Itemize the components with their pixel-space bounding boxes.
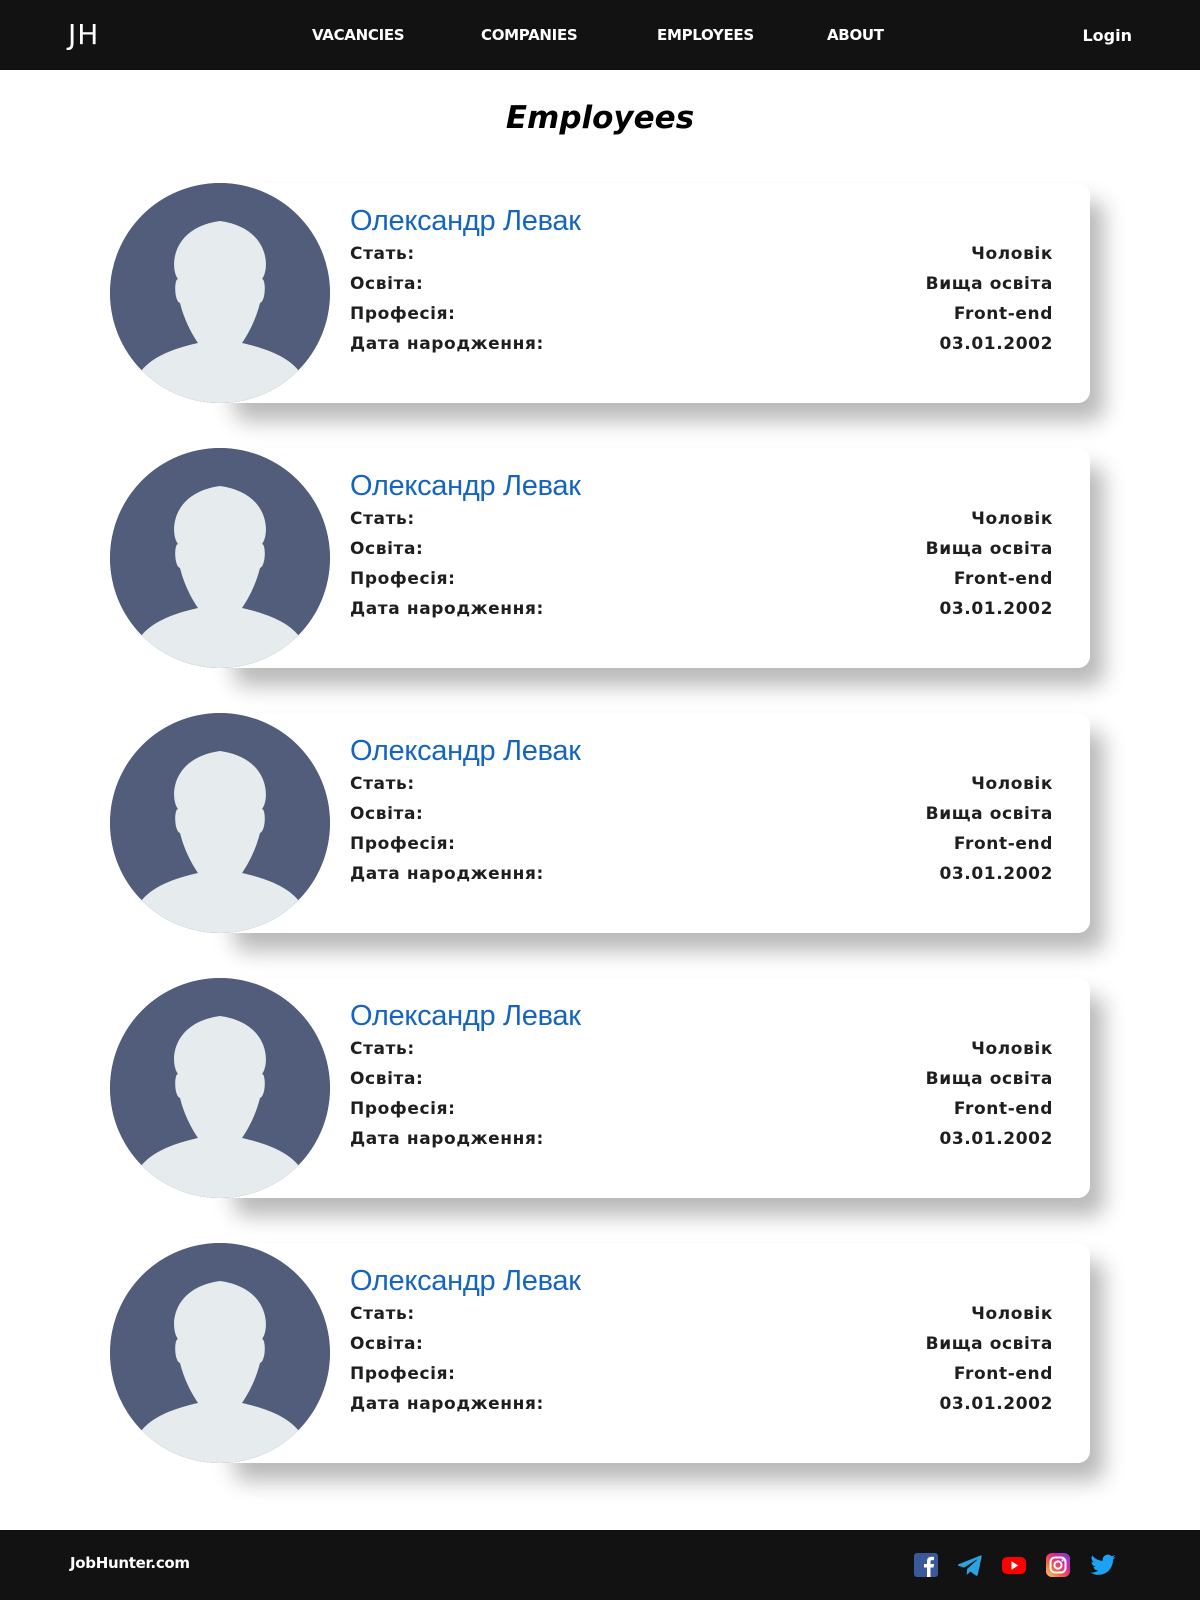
- gender-label: Стать:: [350, 244, 415, 264]
- profession-value: Front-end: [953, 834, 1053, 854]
- gender-value: Чоловік: [971, 1039, 1053, 1059]
- avatar: [110, 1243, 330, 1463]
- employee-gender-row: Стать: Чоловік: [350, 1039, 1053, 1065]
- birthdate-value: 03.01.2002: [939, 864, 1053, 884]
- employee-birthdate-row: Дата народження: 03.01.2002: [350, 599, 1053, 625]
- gender-value: Чоловік: [971, 509, 1053, 529]
- login-link[interactable]: Login: [1082, 26, 1132, 45]
- employee-card[interactable]: Олександр Левак Стать: Чоловік Освіта: Вища …: [110, 183, 1090, 403]
- avatar: [110, 713, 330, 933]
- gender-value: Чоловік: [971, 1304, 1053, 1324]
- user-silhouette-icon: [110, 183, 330, 403]
- user-silhouette-icon: [110, 1243, 330, 1463]
- employee-gender-row: Стать: Чоловік: [350, 244, 1053, 270]
- avatar: [110, 448, 330, 668]
- employee-profession-row: Професія: Front-end: [350, 1099, 1053, 1125]
- employee-profession-row: Професія: Front-end: [350, 304, 1053, 330]
- gender-label: Стать:: [350, 509, 415, 529]
- birthdate-label: Дата народження:: [350, 1394, 544, 1414]
- twitter-icon[interactable]: [1090, 1552, 1116, 1578]
- employee-birthdate-row: Дата народження: 03.01.2002: [350, 1394, 1053, 1420]
- employee-card[interactable]: Олександр Левак Стать: Чоловік Освіта: Вища …: [110, 978, 1090, 1198]
- employee-birthdate-row: Дата народження: 03.01.2002: [350, 1129, 1053, 1155]
- employee-name[interactable]: Олександр Левак: [350, 470, 581, 503]
- employee-name[interactable]: Олександр Левак: [350, 205, 581, 238]
- employee-profession-row: Професія: Front-end: [350, 569, 1053, 595]
- birthdate-label: Дата народження:: [350, 599, 544, 619]
- top-navbar: JH VACANCIES COMPANIES EMPLOYEES ABOUT L…: [0, 0, 1200, 70]
- employee-name[interactable]: Олександр Левак: [350, 1265, 581, 1298]
- user-silhouette-icon: [110, 713, 330, 933]
- employee-profession-row: Професія: Front-end: [350, 1364, 1053, 1390]
- education-label: Освіта:: [350, 539, 424, 559]
- instagram-icon[interactable]: [1045, 1552, 1071, 1578]
- profession-label: Професія:: [350, 834, 456, 854]
- profession-label: Професія:: [350, 1364, 456, 1384]
- profession-value: Front-end: [953, 569, 1053, 589]
- employee-birthdate-row: Дата народження: 03.01.2002: [350, 334, 1053, 360]
- employee-education-row: Освіта: Вища освіта: [350, 539, 1053, 565]
- employee-name[interactable]: Олександр Левак: [350, 1000, 581, 1033]
- employee-education-row: Освіта: Вища освіта: [350, 1069, 1053, 1095]
- birthdate-label: Дата народження:: [350, 334, 544, 354]
- telegram-icon[interactable]: [957, 1552, 983, 1578]
- employee-name[interactable]: Олександр Левак: [350, 735, 581, 768]
- employee-profession-row: Професія: Front-end: [350, 834, 1053, 860]
- profession-label: Професія:: [350, 569, 456, 589]
- gender-label: Стать:: [350, 1039, 415, 1059]
- birthdate-value: 03.01.2002: [939, 599, 1053, 619]
- nav-link-vacancies[interactable]: VACANCIES: [312, 26, 405, 44]
- birthdate-value: 03.01.2002: [939, 1129, 1053, 1149]
- education-value: Вища освіта: [925, 1334, 1053, 1354]
- education-label: Освіта:: [350, 1069, 424, 1089]
- gender-value: Чоловік: [971, 244, 1053, 264]
- page-title: Employees: [505, 100, 695, 136]
- employee-birthdate-row: Дата народження: 03.01.2002: [350, 864, 1053, 890]
- profession-value: Front-end: [953, 1364, 1053, 1384]
- employee-card[interactable]: Олександр Левак Стать: Чоловік Освіта: Вища …: [110, 713, 1090, 933]
- employee-card[interactable]: Олександр Левак Стать: Чоловік Освіта: Вища …: [110, 448, 1090, 668]
- avatar: [110, 978, 330, 1198]
- birthdate-label: Дата народження:: [350, 864, 544, 884]
- birthdate-value: 03.01.2002: [939, 334, 1053, 354]
- employee-education-row: Освіта: Вища освіта: [350, 1334, 1053, 1360]
- avatar: [110, 183, 330, 403]
- birthdate-value: 03.01.2002: [939, 1394, 1053, 1414]
- footer: JobHunter.com: [0, 1530, 1200, 1600]
- nav-link-companies[interactable]: COMPANIES: [481, 26, 578, 44]
- employee-gender-row: Стать: Чоловік: [350, 774, 1053, 800]
- facebook-icon[interactable]: [913, 1552, 939, 1578]
- footer-brand[interactable]: JobHunter.com: [70, 1554, 190, 1572]
- employee-gender-row: Стать: Чоловік: [350, 1304, 1053, 1330]
- education-label: Освіта:: [350, 804, 424, 824]
- profession-value: Front-end: [953, 304, 1053, 324]
- site-logo[interactable]: JH: [68, 18, 99, 51]
- employee-education-row: Освіта: Вища освіта: [350, 804, 1053, 830]
- nav-link-about[interactable]: ABOUT: [827, 26, 884, 44]
- profession-value: Front-end: [953, 1099, 1053, 1119]
- employee-gender-row: Стать: Чоловік: [350, 509, 1053, 535]
- birthdate-label: Дата народження:: [350, 1129, 544, 1149]
- education-label: Освіта:: [350, 1334, 424, 1354]
- youtube-icon[interactable]: [1001, 1552, 1027, 1578]
- nav-link-employees[interactable]: EMPLOYEES: [657, 26, 754, 44]
- employee-card[interactable]: Олександр Левак Стать: Чоловік Освіта: Вища …: [110, 1243, 1090, 1463]
- education-value: Вища освіта: [925, 1069, 1053, 1089]
- education-value: Вища освіта: [925, 804, 1053, 824]
- gender-label: Стать:: [350, 774, 415, 794]
- user-silhouette-icon: [110, 448, 330, 668]
- profession-label: Професія:: [350, 304, 456, 324]
- education-value: Вища освіта: [925, 539, 1053, 559]
- gender-value: Чоловік: [971, 774, 1053, 794]
- education-value: Вища освіта: [925, 274, 1053, 294]
- employee-education-row: Освіта: Вища освіта: [350, 274, 1053, 300]
- education-label: Освіта:: [350, 274, 424, 294]
- profession-label: Професія:: [350, 1099, 456, 1119]
- gender-label: Стать:: [350, 1304, 415, 1324]
- user-silhouette-icon: [110, 978, 330, 1198]
